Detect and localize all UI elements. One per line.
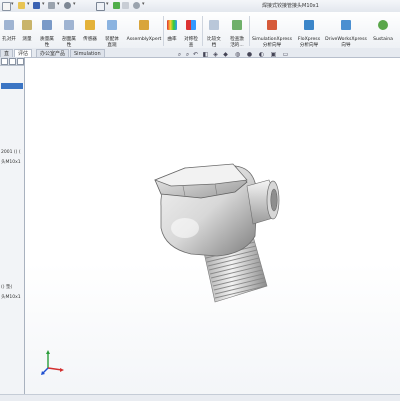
symmetry-check-icon — [186, 20, 196, 30]
simulationxpress-button-label: SimulationXpress 分析向导 — [252, 37, 292, 48]
command-manager-ribbon: 孔对开 测量 质量属 性 剖面属 性 传感器 装配体 直观 AssemblyXp… — [0, 12, 400, 49]
check-active-document-button-label: 检查激 活的... — [230, 37, 244, 48]
window-title: 焊接式铰接管接头M10x1 — [262, 3, 319, 9]
section-view-icon[interactable]: ◧ — [202, 51, 209, 58]
driveworksxpress-button-label: DriveWorksXpress 向导 — [325, 37, 367, 48]
select-arrow-icon[interactable] — [96, 2, 105, 11]
zoom-to-area-icon[interactable]: ⌕ — [184, 51, 191, 58]
sustainability-button-label: Sustaina — [373, 37, 393, 42]
new-document-icon[interactable] — [2, 2, 11, 11]
assemblyxpert-button[interactable]: AssemblyXpert — [124, 14, 164, 43]
symmetry-check-button-label: 对称检 查 — [184, 37, 198, 48]
curvature-button-label: 曲率 — [167, 37, 177, 42]
selected-tree-node[interactable] — [1, 83, 23, 89]
measure-icon — [22, 20, 32, 30]
driveworksxpress-button[interactable]: DriveWorksXpress 向导 — [324, 14, 368, 49]
view-orientation-icon[interactable]: ◈ — [212, 51, 219, 58]
check-active-document-button[interactable]: 检查激 活的... — [226, 14, 248, 49]
symmetry-check-button[interactable]: 对称检 查 — [180, 14, 202, 49]
curvature-icon — [167, 20, 177, 30]
previous-view-icon[interactable]: ↶ — [192, 51, 199, 58]
floxpress-button-label: FloXpress 分析向导 — [297, 37, 321, 48]
sensor-button-label: 传感器 — [83, 37, 97, 42]
side-pipe-stub[interactable] — [246, 179, 280, 225]
compare-documents-button-label: 比较文 档 — [207, 37, 221, 48]
assembly-visualization-icon — [107, 20, 117, 30]
file-properties-icon[interactable] — [122, 2, 129, 9]
open-folder-icon[interactable] — [18, 2, 25, 9]
property-manager-tab-icon[interactable] — [9, 58, 16, 65]
reference-triad-icon — [41, 350, 64, 375]
tree-node-text[interactable]: 头M10x1 — [1, 159, 21, 165]
driveworksxpress-icon — [341, 20, 351, 30]
print-icon[interactable] — [48, 2, 55, 9]
assembly-visualization-button[interactable]: 装配体 直观 — [101, 14, 123, 49]
mass-properties-button-label: 质量属 性 — [40, 37, 54, 48]
select-dropdown-icon[interactable]: ▾ — [106, 1, 109, 7]
tree-node-text[interactable]: () 垫( — [1, 284, 12, 290]
simulationxpress-button[interactable]: SimulationXpress 分析向导 — [250, 14, 294, 49]
floxpress-icon — [304, 20, 314, 30]
tree-node-text[interactable]: 头M10x1 — [1, 294, 21, 300]
print-dropdown-icon[interactable]: ▾ — [57, 1, 60, 7]
section-properties-button-label: 剖面属 性 — [62, 37, 76, 48]
simulationxpress-icon — [267, 20, 277, 30]
monitor-display-icon[interactable]: ▭ — [282, 51, 289, 58]
options-dropdown-icon[interactable]: ▾ — [142, 1, 145, 7]
apply-scene-icon[interactable]: ◐ — [258, 51, 265, 58]
display-style-icon[interactable]: ◆ — [222, 51, 229, 58]
hole-icon — [4, 20, 14, 30]
feature-tree-tab-icon[interactable] — [1, 58, 8, 65]
save-icon[interactable] — [33, 2, 40, 9]
tab-evaluate[interactable]: 评估 — [14, 49, 33, 57]
check-active-document-icon — [232, 20, 242, 30]
configuration-tab-icon[interactable] — [17, 58, 24, 65]
panel-tab-header — [0, 57, 24, 66]
measure-button[interactable]: 测量 — [19, 14, 35, 43]
hole-button-label: 孔对开 — [2, 37, 16, 42]
tab-sketch[interactable]: 直 — [0, 49, 14, 57]
sensor-icon — [85, 20, 95, 30]
compare-documents-icon — [209, 20, 219, 30]
assemblyxpert-icon — [139, 20, 149, 30]
model-view — [154, 163, 280, 303]
open-dropdown-icon[interactable]: ▾ — [27, 1, 30, 7]
graphics-area[interactable] — [25, 58, 400, 400]
tab-simulation[interactable]: Simulation — [70, 49, 105, 57]
sustainability-icon — [378, 20, 388, 30]
section-properties-icon — [64, 20, 74, 30]
undo-icon[interactable] — [64, 2, 71, 9]
section-properties-button[interactable]: 剖面属 性 — [59, 14, 79, 49]
sensor-button[interactable]: 传感器 — [80, 14, 100, 43]
tree-node-text[interactable]: 2001 () ( — [1, 150, 21, 155]
compare-documents-button[interactable]: 比较文 档 — [203, 14, 225, 49]
feature-manager-panel[interactable]: 2001 () ( 头M10x1 () 垫( 头M10x1 — [0, 57, 25, 400]
undo-dropdown-icon[interactable]: ▾ — [73, 1, 76, 7]
mass-properties-button[interactable]: 质量属 性 — [36, 14, 58, 49]
command-manager-tabs: 直 评估 办公室产品 Simulation — [0, 48, 400, 58]
measure-button-label: 测量 — [22, 37, 32, 42]
new-dropdown-icon[interactable]: ▾ — [11, 1, 14, 7]
view-settings-icon[interactable]: ▣ — [270, 51, 277, 58]
hole-button[interactable]: 孔对开 — [0, 14, 18, 43]
curvature-button[interactable]: 曲率 — [164, 14, 180, 43]
assembly-visualization-button-label: 装配体 直观 — [105, 37, 119, 48]
edit-appearance-icon[interactable]: ● — [246, 51, 253, 58]
options-gear-icon[interactable] — [133, 2, 140, 9]
save-dropdown-icon[interactable]: ▾ — [42, 1, 45, 7]
assemblyxpert-button-label: AssemblyXpert — [126, 37, 162, 42]
rebuild-icon[interactable] — [113, 2, 120, 9]
zoom-to-fit-icon[interactable]: ⌕ — [176, 51, 183, 58]
hide-show-items-icon[interactable]: ◍ — [234, 51, 241, 58]
sustainability-button[interactable]: Sustaina — [368, 14, 398, 43]
tab-office-products[interactable]: 办公室产品 — [36, 49, 70, 57]
mass-properties-icon — [42, 20, 52, 30]
floxpress-button[interactable]: FloXpress 分析向导 — [294, 14, 324, 49]
